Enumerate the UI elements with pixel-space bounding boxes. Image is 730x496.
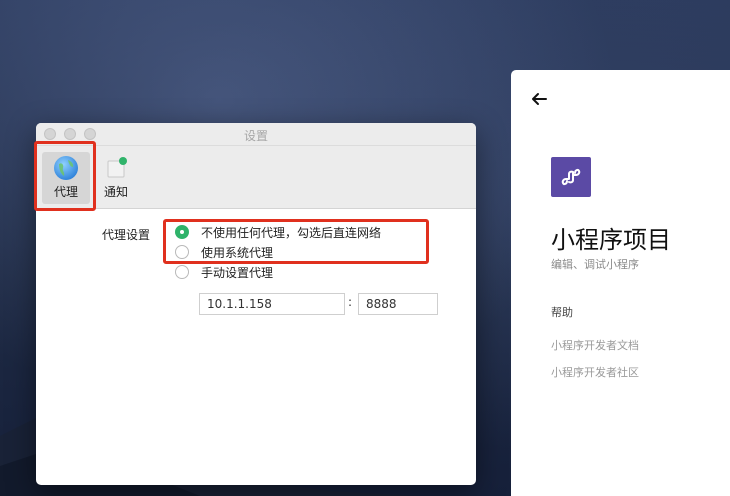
proxy-host-input[interactable]: 10.1.1.158 (199, 293, 345, 315)
notification-icon (107, 157, 127, 178)
radio-button[interactable] (175, 265, 189, 279)
help-heading: 帮助 (551, 306, 573, 319)
settings-window: 设置 代理 通知 代理设置 不使用任何代理，勾选后直连网络 使用系统代理 手动设… (36, 123, 476, 485)
back-arrow-icon[interactable] (531, 92, 547, 106)
radio-manual-proxy-label: 手动设置代理 (201, 265, 274, 280)
annotation-highlight-proxy-tab (34, 141, 96, 211)
settings-toolbar: 代理 通知 (36, 146, 476, 209)
window-title: 设置 (243, 129, 268, 143)
mini-program-logo (551, 157, 591, 197)
link-developer-docs[interactable]: 小程序开发者文档 (551, 337, 639, 353)
page-title: 小程序项目 (551, 226, 671, 254)
tab-notify-label: 通知 (103, 185, 128, 199)
radio-manual-proxy[interactable]: 手动设置代理 (175, 263, 273, 281)
link-developer-community[interactable]: 小程序开发者社区 (551, 364, 639, 380)
mini-program-panel: 小程序项目 编辑、调试小程序 帮助 小程序开发者文档 小程序开发者社区 (511, 70, 730, 496)
host-port-separator: : (348, 295, 353, 309)
annotation-highlight-no-proxy-option (163, 219, 429, 264)
page-subtitle: 编辑、调试小程序 (551, 258, 639, 271)
title-bar[interactable]: 设置 (36, 123, 476, 146)
mini-program-icon (561, 168, 581, 186)
proxy-settings-label: 代理设置 (102, 228, 151, 242)
tab-notify[interactable]: 通知 (92, 152, 140, 204)
proxy-port-input[interactable]: 8888 (358, 293, 438, 315)
